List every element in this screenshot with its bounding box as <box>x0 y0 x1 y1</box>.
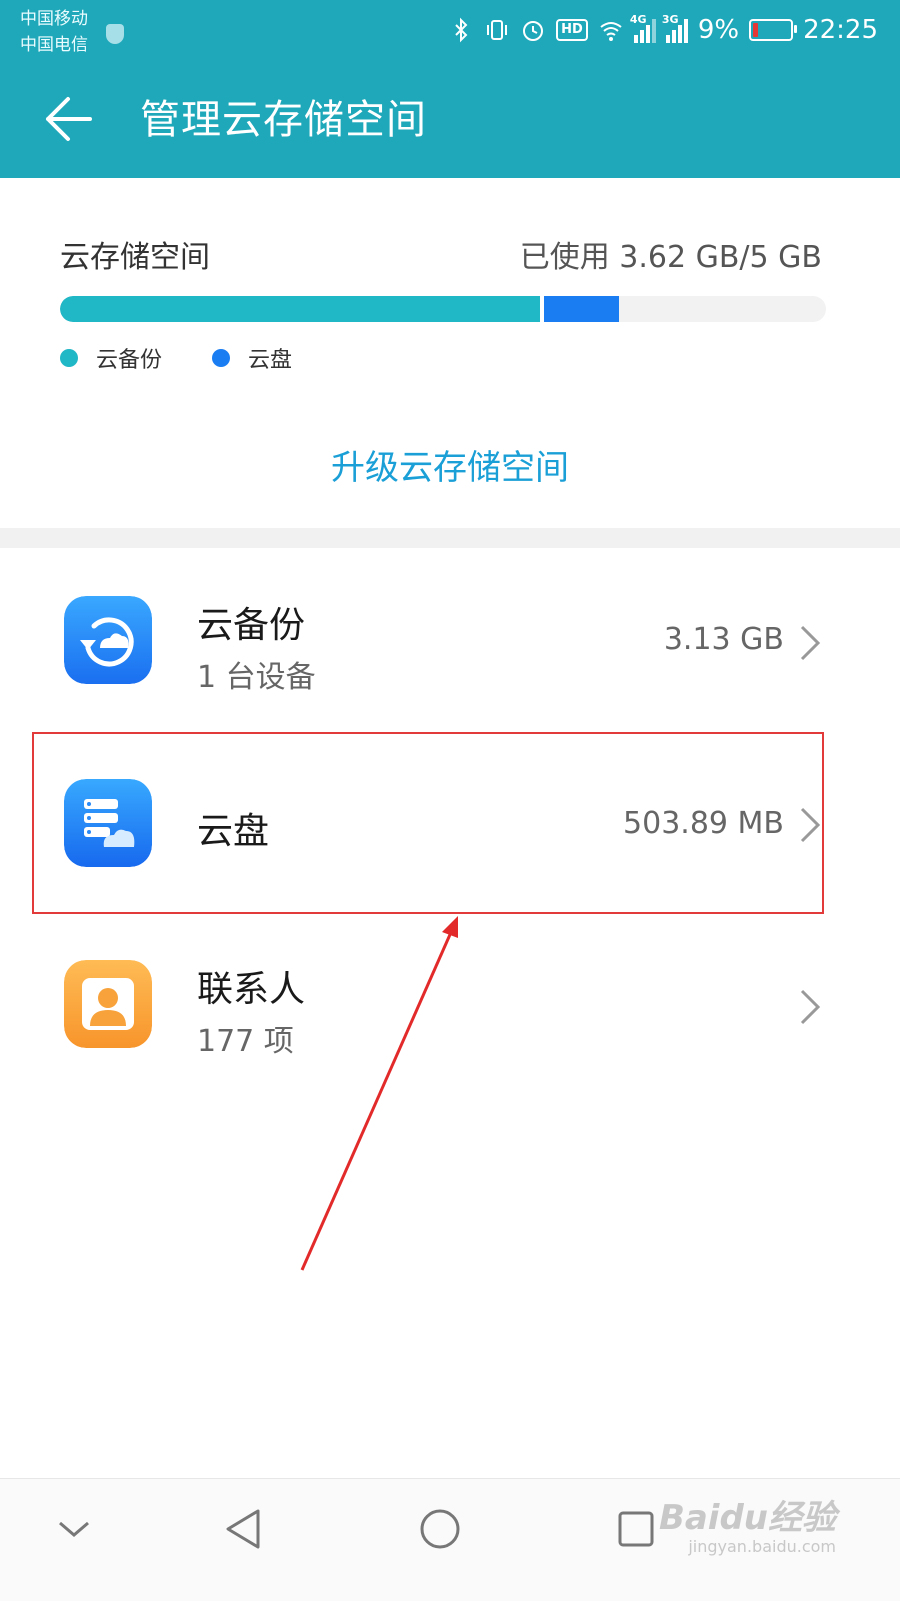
battery-icon <box>749 19 798 41</box>
shield-icon <box>106 24 124 44</box>
contacts-icon <box>64 960 152 1048</box>
bar-segment-cloud-disk <box>539 296 619 322</box>
wifi-icon <box>600 22 622 41</box>
battery-text: 9% <box>697 15 740 45</box>
page-title: 管理云存储空间 <box>140 97 427 143</box>
watermark-url: jingyan.baidu.com <box>688 1537 836 1556</box>
app-header: 中国移动 中国电信 HD 4G 3G 9% 22:25 管理云存储空间 <box>0 0 900 178</box>
signal-1-icon: 4G <box>630 13 656 43</box>
item-subtitle: 177 项 <box>197 1024 294 1059</box>
bluetooth-icon <box>455 17 468 43</box>
vibrate-icon <box>487 20 508 40</box>
clock: 22:25 <box>803 15 878 45</box>
bar-segment-cloud-backup <box>60 296 540 322</box>
back-triangle-icon[interactable] <box>214 1499 274 1559</box>
chevron-down-icon[interactable] <box>44 1499 104 1559</box>
home-circle-icon[interactable] <box>410 1499 470 1559</box>
item-subtitle: 1 台设备 <box>197 660 316 695</box>
item-name: 云备份 <box>197 605 306 646</box>
storage-used-text: 已使用 3.62 GB/5 GB <box>519 240 822 275</box>
legend-dot <box>60 349 78 367</box>
signal-2-icon: 3G <box>662 13 688 43</box>
list-item-cloud-backup[interactable]: 云备份 1 台设备 3.13 GB <box>0 568 900 718</box>
storage-label: 云存储空间 <box>60 240 210 275</box>
carrier-info: 中国移动 中国电信 <box>20 6 124 58</box>
highlight-box <box>32 732 824 914</box>
upgrade-storage-button[interactable]: 升级云存储空间 <box>0 440 900 489</box>
item-name: 联系人 <box>197 969 306 1010</box>
section-divider <box>0 528 900 548</box>
alarm-icon <box>523 21 544 41</box>
chevron-right-icon <box>800 989 821 1025</box>
watermark: Baidu经验 jingyan.baidu.com <box>659 1490 836 1556</box>
legend-label: 云盘 <box>248 348 293 373</box>
storage-usage-bar <box>60 296 826 322</box>
carrier-1: 中国移动 <box>20 9 88 29</box>
watermark-brand: Baidu经验 <box>658 1498 836 1538</box>
legend-dot <box>212 349 230 367</box>
carrier-2: 中国电信 <box>20 35 88 55</box>
item-size: 3.13 GB <box>663 622 784 657</box>
legend-cloud-disk: 云盘 <box>212 342 292 374</box>
back-arrow-icon[interactable] <box>42 95 94 143</box>
legend-label: 云备份 <box>96 348 163 373</box>
status-icons: HD 4G 3G 9% 22:25 <box>448 10 878 50</box>
legend-cloud-backup: 云备份 <box>60 342 162 374</box>
list-item-contacts[interactable]: 联系人 177 项 <box>0 932 900 1082</box>
cloud-backup-icon <box>64 596 152 684</box>
hd-badge: HD <box>556 19 588 41</box>
recents-square-icon[interactable] <box>606 1499 666 1559</box>
chevron-right-icon <box>800 625 821 661</box>
